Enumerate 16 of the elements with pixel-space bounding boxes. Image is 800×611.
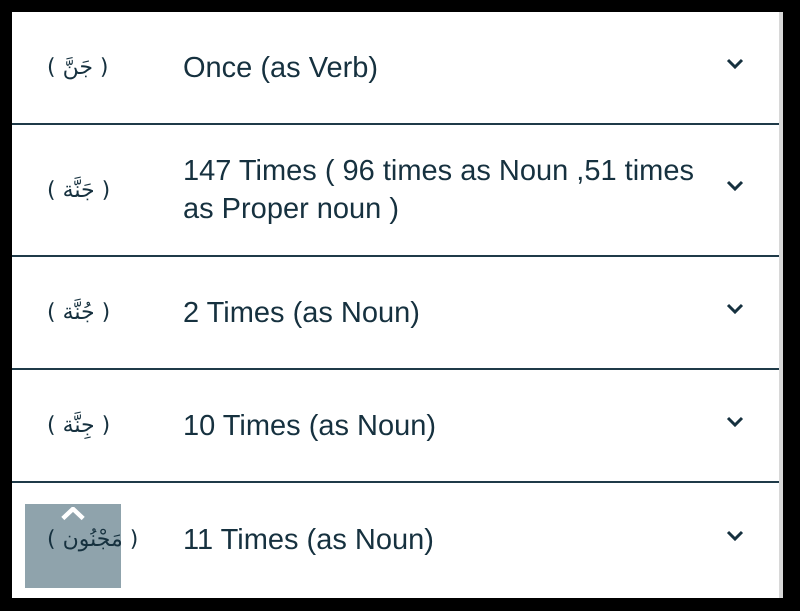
scroll-to-top-button[interactable] <box>25 504 121 588</box>
occurrence-text: 11 Times (as Noun) <box>183 522 435 558</box>
chevron-down-icon[interactable] <box>726 179 744 191</box>
chevron-down-icon[interactable] <box>726 414 744 426</box>
arabic-word: ( جُنَّة ) <box>47 298 112 327</box>
occurrence-text: Once (as Verb) <box>183 50 380 86</box>
arabic-word: ( جَنَّ ) <box>47 54 110 82</box>
occurrence-text: 147 Times ( 96 times as Noun ,51 times as Proper noun ) <box>183 154 695 227</box>
arabic-word: ( مَجْنُون ) <box>47 526 140 554</box>
occurrence-text: 2 Times (as Noun) <box>183 296 421 330</box>
arabic-word: ( جَنَّة ) <box>47 176 112 204</box>
occurrence-text: 10 Times (as Noun) <box>183 408 438 444</box>
arabic-word: ( جِنَّة ) <box>47 410 112 441</box>
chevron-down-icon[interactable] <box>726 302 744 314</box>
chevron-down-icon[interactable] <box>726 528 744 540</box>
chevron-down-icon[interactable] <box>726 56 744 68</box>
